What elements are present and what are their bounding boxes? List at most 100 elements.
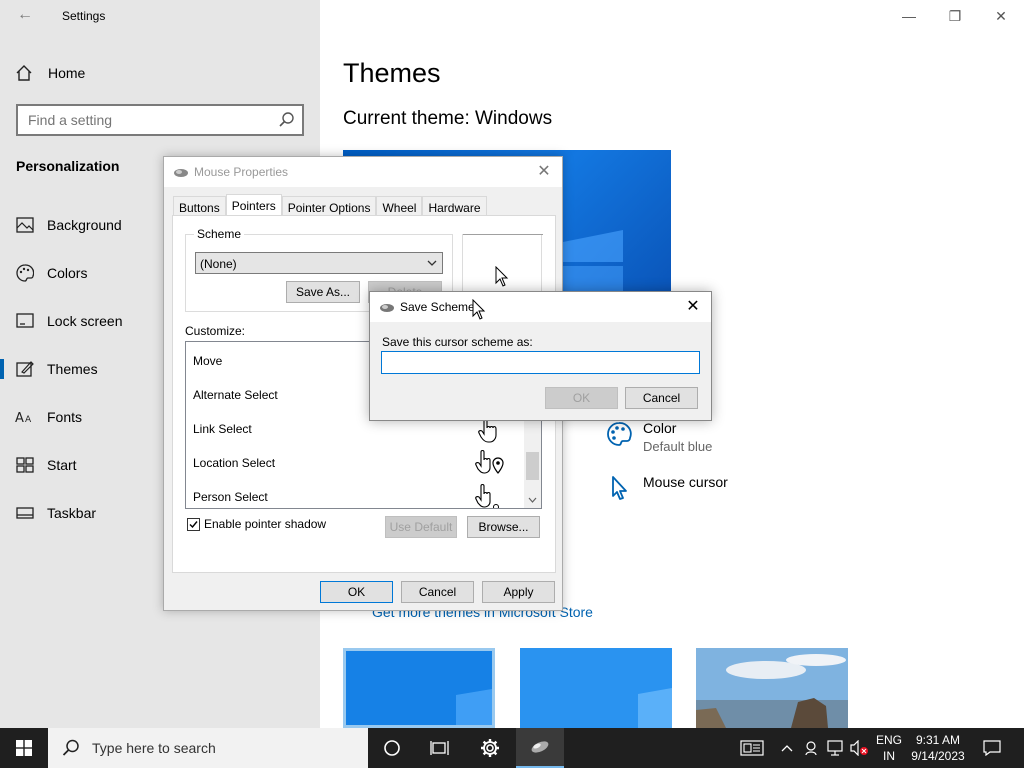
cursor-row-label: Location Select [193, 456, 276, 470]
language-region: IN [883, 749, 895, 763]
gear-icon [481, 739, 499, 757]
taskbar: Type here to search ENG IN 9:31 AM 9/14/… [0, 728, 1024, 768]
svg-text:A: A [25, 415, 32, 425]
find-setting-search[interactable] [16, 104, 304, 136]
show-hidden-icons-icon[interactable] [777, 738, 797, 758]
save-scheme-titlebar[interactable]: Save Scheme ✕ [370, 292, 711, 322]
save-scheme-title: Save Scheme [400, 300, 475, 314]
mouse-cursor-option[interactable]: Mouse cursor [605, 474, 728, 502]
clock[interactable]: 9:31 AM 9/14/2023 [906, 732, 970, 764]
mouse-properties-titlebar[interactable]: Mouse Properties ✕ [164, 157, 562, 187]
home-link[interactable]: Home [14, 62, 85, 84]
chevron-up-icon[interactable] [662, 738, 682, 758]
cursor-row-label: Link Select [193, 422, 252, 436]
scheme-name-field[interactable] [381, 351, 700, 374]
theme-thumbnail-windows[interactable] [343, 648, 495, 728]
color-option[interactable]: Color Default blue [605, 420, 712, 454]
clock-date: 9/14/2023 [911, 749, 965, 763]
find-setting-input[interactable] [18, 106, 268, 134]
windows-logo-icon [16, 740, 32, 756]
tab-pointer-options[interactable]: Pointer Options [281, 196, 377, 217]
sidebar-item-label: Start [47, 457, 77, 473]
mouse-icon [531, 741, 549, 753]
scheme-label: Scheme [194, 227, 245, 241]
cursor-row-label: Person Select [193, 490, 268, 504]
location-pointer-icon [475, 449, 504, 474]
volume-muted-icon[interactable] [849, 738, 869, 758]
notifications-icon[interactable] [982, 738, 1002, 758]
search-icon [279, 112, 294, 127]
mouse-icon [174, 169, 188, 177]
chevron-down-icon[interactable] [524, 491, 541, 508]
network-icon[interactable] [825, 738, 845, 758]
sidebar-item-label: Lock screen [47, 313, 123, 329]
browse-button[interactable]: Browse... [467, 516, 540, 538]
color-option-value: Default blue [643, 439, 713, 454]
checkmark-icon [189, 520, 198, 528]
list-item[interactable]: Person Select [186, 478, 526, 508]
close-icon[interactable]: ✕ [978, 4, 1024, 28]
close-icon[interactable]: ✕ [683, 296, 703, 316]
fonts-icon: AA [15, 407, 35, 427]
mouse-properties-title: Mouse Properties [194, 165, 289, 179]
shadow-checkbox[interactable] [187, 517, 200, 531]
save-as-button[interactable]: Save As... [286, 281, 360, 303]
scheme-name-input[interactable] [382, 352, 699, 373]
shadow-label: Enable pointer shadow [204, 517, 327, 531]
save-scheme-dialog: Save Scheme ✕ Save this cursor scheme as… [369, 291, 712, 421]
clock-time: 9:31 AM [915, 733, 961, 747]
cursor-row-label: Alternate Select [193, 388, 278, 402]
taskbar-search-placeholder: Type here to search [92, 740, 216, 756]
settings-taskbar-button[interactable] [466, 728, 514, 768]
tab-pointers[interactable]: Pointers [225, 194, 282, 217]
search-icon [62, 739, 79, 756]
scheme-value: (None) [200, 257, 237, 271]
ok-button[interactable]: OK [545, 387, 618, 409]
themes-icon [15, 359, 35, 379]
mouse-icon [380, 304, 394, 312]
use-default-button[interactable]: Use Default [385, 516, 457, 538]
enable-pointer-shadow[interactable]: Enable pointer shadow [187, 517, 326, 531]
sidebar-item-label: Taskbar [47, 505, 97, 521]
current-theme-label: Current theme: Windows [343, 108, 553, 129]
ok-button[interactable]: OK [320, 581, 393, 603]
news-icon[interactable] [740, 738, 764, 758]
maximize-icon[interactable]: ❐ [932, 4, 978, 28]
tab-wheel[interactable]: Wheel [376, 196, 423, 217]
meet-now-icon[interactable] [801, 738, 821, 758]
chevron-down-icon [427, 260, 437, 266]
list-item[interactable]: Location Select [186, 444, 526, 478]
theme-thumbnail-windows-light[interactable] [520, 648, 672, 728]
back-arrow-icon[interactable]: ← [14, 4, 36, 26]
window-title: Settings [62, 9, 106, 23]
scheme-dropdown[interactable]: (None) [195, 252, 443, 274]
sidebar-item-label: Fonts [47, 409, 83, 425]
mouse-cursor-title: Mouse cursor [643, 474, 728, 490]
sidebar-item-label: Colors [47, 265, 88, 281]
language-code: ENG [875, 733, 902, 747]
customize-label: Customize: [185, 324, 246, 338]
start-button[interactable] [0, 728, 48, 768]
palette-icon [607, 422, 632, 446]
lock-screen-icon [15, 311, 35, 331]
tab-hardware[interactable]: Hardware [422, 196, 487, 217]
cortana-button[interactable] [368, 728, 416, 768]
tab-buttons[interactable]: Buttons [173, 196, 226, 217]
person-pointer-icon [475, 483, 499, 508]
task-view-button[interactable] [416, 728, 464, 768]
input-language[interactable]: ENG IN [874, 732, 904, 764]
theme-thumbnail-landscape[interactable] [696, 648, 848, 728]
color-option-title: Color [643, 420, 677, 436]
cursor-arrow-icon [495, 266, 509, 287]
cursor-row-label: Move [193, 354, 223, 368]
mouse-properties-taskbar-button[interactable] [516, 728, 564, 768]
apply-button[interactable]: Apply [482, 581, 555, 603]
scrollbar-thumb[interactable] [526, 452, 539, 480]
cancel-button[interactable]: Cancel [401, 581, 474, 603]
close-icon[interactable]: ✕ [534, 161, 554, 181]
start-icon [15, 455, 35, 475]
minimize-icon[interactable]: — [886, 4, 932, 28]
page-title: Themes [343, 58, 441, 88]
cancel-button[interactable]: Cancel [625, 387, 698, 409]
taskbar-search[interactable]: Type here to search [48, 728, 368, 768]
